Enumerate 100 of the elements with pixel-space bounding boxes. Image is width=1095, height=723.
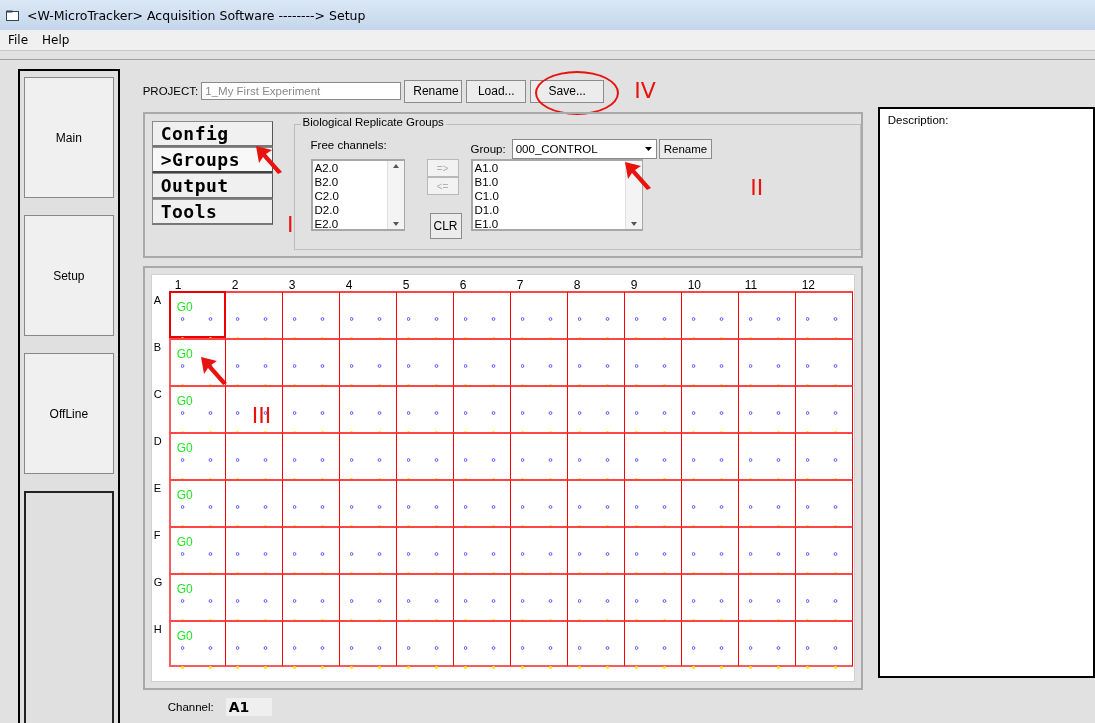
plate-well[interactable] (510, 291, 568, 338)
plate-well[interactable] (282, 432, 340, 479)
plate-well[interactable] (396, 620, 454, 667)
plate-well[interactable] (282, 479, 340, 526)
plate-well[interactable] (225, 526, 283, 573)
plate-well[interactable] (510, 385, 568, 432)
plate-well[interactable] (738, 620, 796, 667)
plate-well[interactable] (339, 526, 397, 573)
plate-well[interactable] (510, 620, 568, 667)
menu-item[interactable]: File (6, 33, 31, 47)
plate-well[interactable] (681, 620, 739, 667)
plate-well[interactable] (738, 338, 796, 385)
plate-well[interactable] (453, 573, 511, 620)
plate-well[interactable] (738, 291, 796, 338)
plate-well[interactable] (795, 432, 853, 479)
plate-well[interactable] (225, 291, 283, 338)
plate-well[interactable] (510, 526, 568, 573)
plate-well[interactable] (624, 291, 682, 338)
plate-well[interactable] (624, 620, 682, 667)
plate-well[interactable] (795, 620, 853, 667)
plate-well[interactable] (567, 526, 625, 573)
plate-well[interactable] (339, 573, 397, 620)
plate-well[interactable] (624, 432, 682, 479)
plate-well[interactable] (453, 620, 511, 667)
list-item[interactable]: A2.0 (314, 161, 387, 175)
free-channels-list[interactable]: A2.0 B2.0 C2.0 D2.0 E2.0 (310, 159, 405, 231)
clear-button[interactable]: CLR (429, 213, 462, 239)
plate-well[interactable] (567, 573, 625, 620)
plate-well[interactable] (225, 479, 283, 526)
list-item[interactable]: A1.0 (474, 161, 625, 175)
sidebar-tab[interactable]: Main (24, 77, 114, 198)
plate-well[interactable] (795, 479, 853, 526)
plate-well[interactable] (624, 573, 682, 620)
plate-well[interactable] (795, 573, 853, 620)
plate-well[interactable] (282, 573, 340, 620)
plate-well[interactable] (567, 432, 625, 479)
plate-well[interactable] (453, 291, 511, 338)
plate-well[interactable] (681, 385, 739, 432)
plate-well[interactable] (282, 526, 340, 573)
plate-well[interactable] (339, 432, 397, 479)
list-item[interactable]: C1.0 (474, 189, 625, 203)
config-tab[interactable]: Config (151, 121, 274, 147)
plate-well[interactable] (225, 573, 283, 620)
group-channels-list[interactable]: A1.0 B1.0 C1.0 D1.0 E1.0 (470, 159, 643, 231)
plate-well[interactable] (681, 573, 739, 620)
plate-well[interactable] (282, 620, 340, 667)
plate-well[interactable] (681, 432, 739, 479)
plate-well[interactable] (567, 385, 625, 432)
plate-well[interactable] (396, 385, 454, 432)
plate-well[interactable] (396, 479, 454, 526)
list-item[interactable]: D2.0 (314, 203, 387, 217)
plate-well[interactable] (396, 526, 454, 573)
plate-well[interactable] (453, 385, 511, 432)
config-tab[interactable]: Output (151, 173, 274, 199)
plate-well[interactable] (282, 385, 340, 432)
plate-well[interactable] (282, 291, 340, 338)
plate-well[interactable] (510, 338, 568, 385)
plate-well[interactable] (339, 385, 397, 432)
plate-well[interactable] (339, 479, 397, 526)
plate-well[interactable] (453, 338, 511, 385)
plate-well[interactable] (453, 432, 511, 479)
plate-well[interactable] (795, 338, 853, 385)
list-item[interactable]: C2.0 (314, 189, 387, 203)
project-name-field[interactable]: 1_My First Experiment (201, 82, 402, 100)
config-tab[interactable]: >Groups (151, 147, 274, 173)
plate-well[interactable] (795, 291, 853, 338)
plate-well[interactable] (738, 432, 796, 479)
group-dropdown[interactable]: 000_CONTROL (511, 139, 657, 159)
plate-well[interactable] (681, 479, 739, 526)
plate-well[interactable] (567, 620, 625, 667)
plate-well[interactable] (453, 479, 511, 526)
plate-well[interactable] (453, 526, 511, 573)
plate-well[interactable] (225, 620, 283, 667)
plate-well[interactable] (282, 338, 340, 385)
plate-well[interactable] (396, 291, 454, 338)
plate-well[interactable] (738, 385, 796, 432)
list-item[interactable]: E2.0 (314, 217, 387, 231)
menu-item[interactable]: Help (40, 33, 72, 47)
plate-well[interactable] (510, 432, 568, 479)
sidebar-tab[interactable]: OffLine (24, 353, 114, 474)
plate-well[interactable] (396, 573, 454, 620)
plate-well[interactable] (567, 479, 625, 526)
plate-well[interactable] (624, 479, 682, 526)
plate-well[interactable] (567, 338, 625, 385)
plate-well[interactable] (339, 338, 397, 385)
plate-well[interactable] (738, 573, 796, 620)
rename-button[interactable]: Rename (404, 79, 463, 103)
load-button[interactable]: Load... (466, 79, 527, 103)
list-item[interactable]: D1.0 (474, 203, 625, 217)
plate-well[interactable] (738, 479, 796, 526)
plate-well[interactable] (339, 291, 397, 338)
scrollbar[interactable] (386, 161, 404, 229)
plate-well[interactable] (795, 385, 853, 432)
plate-well[interactable] (681, 291, 739, 338)
plate-well[interactable] (225, 385, 283, 432)
plate-well[interactable] (624, 338, 682, 385)
plate-well[interactable] (567, 291, 625, 338)
plate-well[interactable] (225, 338, 283, 385)
list-item[interactable]: E1.0 (474, 217, 625, 231)
config-tab[interactable]: Tools (151, 199, 274, 225)
